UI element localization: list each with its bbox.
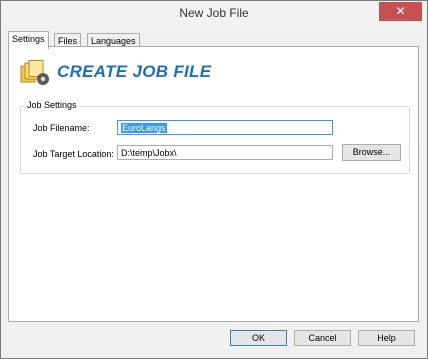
target-location-value: D:\temp\Jobx\ (121, 148, 177, 158)
browse-label: Browse... (352, 147, 391, 157)
new-job-file-dialog: New Job File ✕ Settings Files Languages … (0, 0, 428, 359)
tab-label: Settings (12, 34, 45, 44)
page-title: CREATE JOB FILE (57, 62, 212, 81)
close-button[interactable]: ✕ (379, 2, 422, 21)
help-label: Help (377, 333, 396, 343)
target-location-label: Job Target Location: (33, 149, 114, 159)
ok-label: OK (251, 333, 265, 343)
cancel-button[interactable]: Cancel (294, 330, 351, 346)
group-label: Job Settings (25, 100, 79, 110)
help-button[interactable]: Help (358, 330, 415, 346)
title-bar[interactable]: New Job File ✕ (1, 1, 427, 27)
settings-panel (8, 46, 419, 322)
close-icon: ✕ (395, 4, 406, 18)
browse-button[interactable]: Browse... (342, 144, 401, 161)
ok-button[interactable]: OK (230, 330, 287, 346)
filename-value: EuroLangs (121, 123, 167, 133)
job-filename-field[interactable]: EuroLangs (117, 120, 333, 135)
tab-label: Languages (91, 36, 136, 46)
tab-settings[interactable]: Settings (8, 31, 49, 49)
target-location-field[interactable]: D:\temp\Jobx\ (117, 145, 333, 160)
job-settings-group (20, 106, 410, 174)
tab-label: Files (58, 36, 78, 46)
job-file-icon (20, 60, 49, 85)
window-title: New Job File (179, 6, 249, 20)
cancel-label: Cancel (308, 333, 337, 343)
filename-label: Job Filename: (33, 123, 90, 133)
